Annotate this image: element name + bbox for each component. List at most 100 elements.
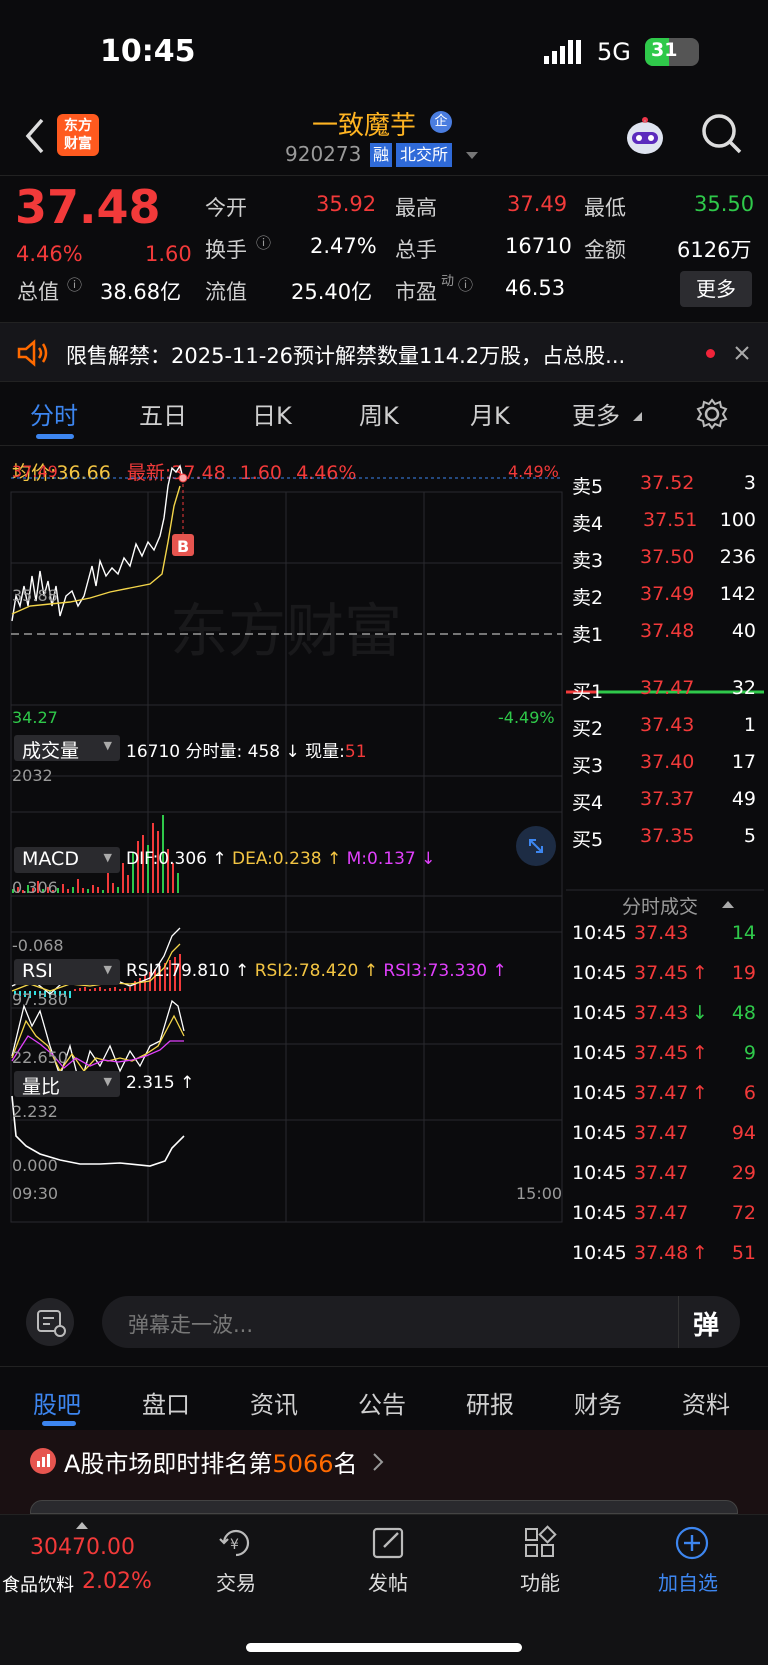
trade-button[interactable]: ¥ 交易 bbox=[196, 1525, 276, 1605]
ask-row[interactable]: 卖1 37.48 40 bbox=[568, 614, 764, 651]
pe-label: 市盈 bbox=[395, 280, 437, 304]
active-tab-indicator bbox=[42, 1421, 76, 1426]
tab-intraday[interactable]: 分时 bbox=[30, 396, 78, 431]
open-value: 35.92 bbox=[316, 192, 377, 216]
rank-chart-icon bbox=[30, 1448, 56, 1474]
bid-row[interactable]: 买1 37.47 32 bbox=[568, 671, 764, 708]
settings-gear-icon[interactable] bbox=[696, 398, 728, 430]
more-button[interactable]: 更多 bbox=[680, 271, 752, 307]
ask-row[interactable]: 卖3 37.50 236 bbox=[568, 540, 764, 577]
watermark: 东方财富 bbox=[170, 597, 402, 665]
speaker-icon bbox=[17, 339, 48, 367]
expand-up-icon[interactable] bbox=[76, 1521, 88, 1529]
volume-info: 16710 分时量: 458 ↓ 现量:51 bbox=[126, 742, 367, 762]
notice-text: 限售解禁：2025-11-26预计解禁数量114.2万股，占总股... bbox=[66, 344, 626, 368]
turnover-label: 换手 bbox=[205, 238, 247, 262]
change-amount: 1.60 bbox=[145, 242, 192, 266]
add-watchlist-button[interactable]: 加自选 bbox=[652, 1525, 742, 1605]
time-start-tick: 09:30 bbox=[12, 1184, 59, 1203]
price-top-tick: 37.49 bbox=[12, 462, 58, 481]
trade-row: 10:45 37.48 ↑ 51 bbox=[572, 1242, 756, 1264]
index-name: 食品饮料 bbox=[2, 1575, 74, 1596]
info-icon[interactable]: ⓘ bbox=[256, 232, 271, 253]
ask-row[interactable]: 卖4 37.51 100 bbox=[568, 503, 764, 540]
open-label: 今开 bbox=[205, 196, 247, 220]
vr-top-tick: 2.232 bbox=[12, 1102, 58, 1121]
status-bar: 10:45 5G 31 bbox=[0, 0, 768, 100]
volume-ratio-info: 2.315 ↑ bbox=[126, 1073, 195, 1093]
index-change: 2.02% bbox=[82, 1569, 152, 1594]
add-circle-icon bbox=[675, 1526, 709, 1560]
tab-news[interactable]: 资讯 bbox=[250, 1385, 298, 1420]
high-value: 37.49 bbox=[507, 192, 568, 216]
danmu-settings-button[interactable] bbox=[26, 1298, 74, 1346]
ask-row[interactable]: 卖5 37.52 3 bbox=[568, 466, 764, 503]
danmu-toggle-button[interactable]: 弹 bbox=[678, 1296, 740, 1348]
post-button[interactable]: 发帖 bbox=[348, 1525, 428, 1605]
rsi-top-tick: 97.580 bbox=[12, 990, 68, 1009]
unread-dot bbox=[706, 349, 715, 358]
volume-ratio-indicator-select[interactable]: 量比 ▼ bbox=[14, 1071, 120, 1098]
trade-row: 10:45 37.45 ↑ 19 bbox=[572, 962, 756, 984]
stock-code: 920273 bbox=[285, 142, 362, 166]
high-label: 最高 bbox=[395, 196, 437, 220]
tab-guba[interactable]: 股吧 bbox=[33, 1385, 81, 1420]
macd-top-tick: 0.306 bbox=[12, 878, 58, 897]
vr-bottom-tick: 0.000 bbox=[12, 1156, 58, 1175]
low-value: 35.50 bbox=[694, 192, 755, 216]
bottom-toolbar: 30470.00 食品饮料 2.02% ¥ 交易 发帖 功能 加自选 bbox=[0, 1514, 768, 1665]
close-icon[interactable] bbox=[734, 345, 750, 361]
pct-top-tick: 4.49% bbox=[508, 462, 559, 481]
tab-pankou[interactable]: 盘口 bbox=[142, 1385, 190, 1420]
float-label: 流值 bbox=[205, 280, 247, 304]
tab-announcements[interactable]: 公告 bbox=[358, 1385, 406, 1420]
turnover-value: 2.47% bbox=[310, 234, 377, 258]
tab-daily-k[interactable]: 日K bbox=[252, 396, 292, 431]
exchange-tag: 北交所 bbox=[396, 143, 453, 167]
brand-logo: 东方 财富 bbox=[57, 114, 99, 156]
active-tab-indicator bbox=[36, 434, 74, 439]
robot-assistant-icon[interactable] bbox=[622, 114, 668, 158]
macd-indicator-select[interactable]: MACD ▼ bbox=[14, 847, 120, 873]
collapse-icon[interactable] bbox=[722, 900, 734, 908]
tab-profile[interactable]: 资料 bbox=[682, 1385, 730, 1420]
tab-research[interactable]: 研报 bbox=[466, 1385, 514, 1420]
dropdown-icon[interactable] bbox=[466, 152, 478, 160]
danmu-bar: 弹幕走一波... 弹 bbox=[0, 1276, 768, 1366]
market-rank-banner[interactable]: A股市场即时排名第5066名 bbox=[0, 1430, 768, 1514]
tab-monthly-k[interactable]: 月K bbox=[470, 396, 510, 431]
price-mid-tick: 35.88 bbox=[12, 586, 58, 605]
tab-more[interactable]: 更多 bbox=[572, 396, 620, 431]
stock-header: 东方 财富 一致魔芋 企 920273 融 北交所 bbox=[0, 100, 768, 176]
pe-value: 46.53 bbox=[505, 276, 566, 300]
more-triangle-icon bbox=[633, 412, 642, 421]
trade-list: 分时成交 10:45 37.43 14 10:45 37.45 ↑ 19 10:45 37.43… bbox=[568, 892, 764, 1264]
battery-icon: 31 bbox=[645, 38, 699, 66]
rsi-indicator-select[interactable]: RSI ▼ bbox=[14, 959, 120, 985]
expand-button[interactable] bbox=[516, 826, 556, 866]
volume-indicator-select[interactable]: 成交量 ▼ bbox=[14, 735, 120, 762]
bid-row[interactable]: 买3 37.40 17 bbox=[568, 745, 764, 782]
index-value[interactable]: 30470.00 bbox=[30, 1535, 135, 1560]
danmu-input[interactable]: 弹幕走一波... 弹 bbox=[102, 1296, 740, 1348]
danmu-placeholder: 弹幕走一波... bbox=[128, 1313, 254, 1337]
chart-tabs: 分时 五日 日K 周K 月K 更多 bbox=[0, 382, 768, 446]
info-icon[interactable]: ⓘ bbox=[458, 274, 473, 295]
bid-row[interactable]: 买2 37.43 1 bbox=[568, 708, 764, 745]
trade-row: 10:45 37.43 ↓ 48 bbox=[572, 1002, 756, 1024]
trade-row: 10:45 37.43 14 bbox=[572, 922, 756, 944]
tab-finance[interactable]: 财务 bbox=[574, 1385, 622, 1420]
tab-5day[interactable]: 五日 bbox=[139, 396, 187, 431]
features-button[interactable]: 功能 bbox=[500, 1525, 580, 1605]
notice-bar[interactable]: 限售解禁：2025-11-26预计解禁数量114.2万股，占总股... bbox=[0, 322, 768, 382]
ask-row[interactable]: 卖2 37.49 142 bbox=[568, 577, 764, 614]
bid-row[interactable]: 买5 37.35 5 bbox=[568, 819, 764, 856]
amount-label: 金额 bbox=[584, 238, 626, 262]
chevron-left-icon[interactable] bbox=[22, 116, 48, 156]
bid-row[interactable]: 买4 37.37 49 bbox=[568, 782, 764, 819]
quote-panel: 37.48 4.46% 1.60 今开 35.92 最高 37.49 最低 35… bbox=[0, 176, 768, 316]
info-icon[interactable]: ⓘ bbox=[67, 274, 82, 295]
volume-max-tick: 2032 bbox=[12, 766, 53, 785]
search-icon[interactable] bbox=[700, 112, 744, 156]
tab-weekly-k[interactable]: 周K bbox=[359, 396, 399, 431]
